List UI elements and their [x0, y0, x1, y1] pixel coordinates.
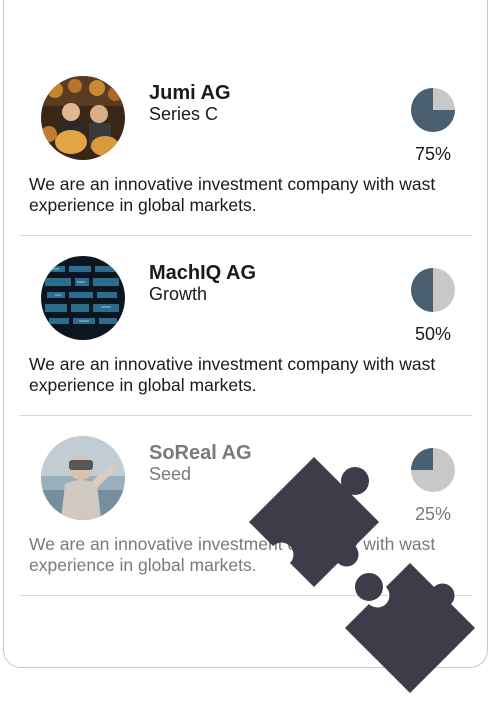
list-item-machiq[interactable]: MachIQ AG Growth 50% We are an innovativ…	[19, 236, 472, 416]
list-item-jumi[interactable]: Jumi AG Series C 75% We are an innovativ…	[19, 56, 472, 236]
company-name: MachIQ AG	[149, 262, 257, 284]
company-name: Jumi AG	[149, 82, 231, 104]
pie-filled-slice	[411, 268, 433, 312]
company-stage: Seed	[149, 464, 192, 484]
company-name: SoReal AG	[149, 442, 252, 464]
company-avatar	[41, 76, 125, 160]
progress-label: 75%	[414, 144, 452, 164]
puzzle-pieces-icon	[248, 456, 476, 694]
progress-label: 50%	[414, 324, 452, 344]
company-avatar	[41, 256, 125, 340]
progress-pie	[411, 88, 455, 132]
progress-pie	[411, 268, 455, 312]
company-stage: Series C	[149, 104, 219, 124]
company-description: We are an innovative investment company …	[29, 174, 436, 215]
company-stage: Growth	[149, 284, 208, 304]
company-description: We are an innovative investment company …	[29, 354, 436, 395]
company-avatar	[41, 436, 125, 520]
